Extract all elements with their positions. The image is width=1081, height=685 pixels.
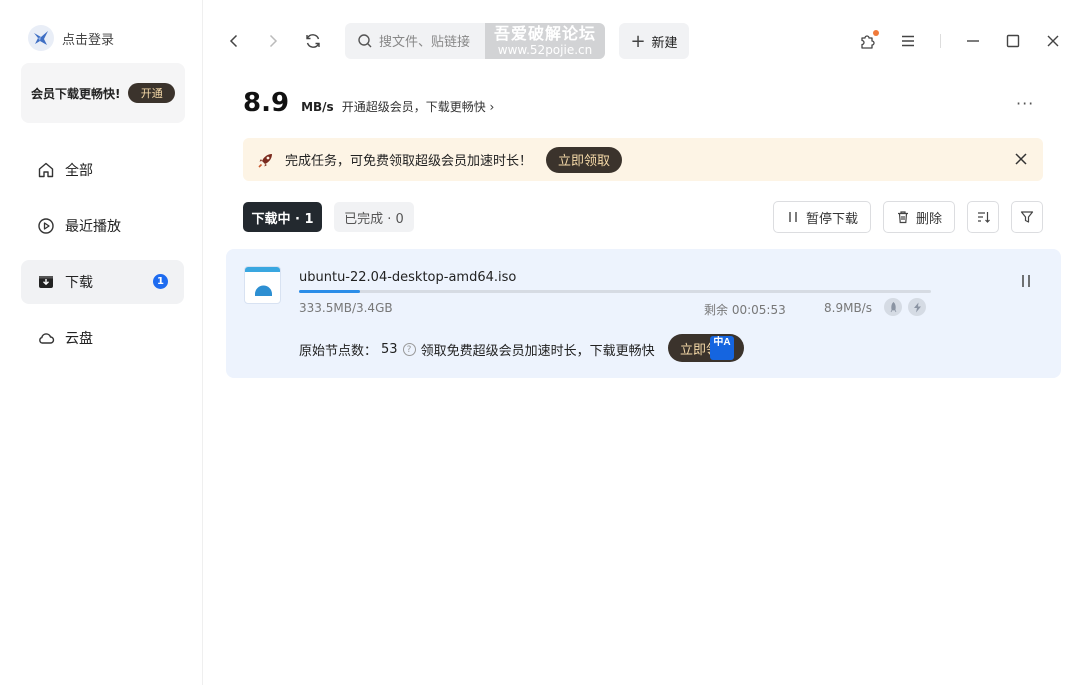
vip-promo-card: 会员下载更畅快! 开通 [21, 63, 185, 123]
iso-file-icon [244, 266, 281, 304]
pause-all-label: 暂停下载 [805, 211, 858, 227]
sidebar-item-recent-play[interactable]: 最近播放 [21, 204, 184, 248]
vip-speed-link-label: 开通超级会员，下载更畅快 [341, 100, 486, 114]
pause-icon [1022, 275, 1030, 287]
help-icon[interactable]: ? [402, 343, 416, 356]
tab-downloading[interactable]: 下载中 · 1 [243, 202, 322, 232]
search-icon [358, 34, 372, 48]
more-options-button[interactable]: ··· [1016, 94, 1034, 113]
task-reward-banner: 完成任务，可免费领取超级会员加速时长！ 立即领取 [243, 138, 1043, 181]
sort-list-icon [978, 212, 990, 223]
sidebar-item-label: 云盘 [65, 331, 93, 347]
delete-button[interactable]: 删除 [883, 201, 955, 233]
task-progress-bar [299, 290, 931, 293]
lightning-boost-icon[interactable] [908, 298, 926, 316]
tab-completed[interactable]: 已完成 · 0 [334, 202, 414, 232]
filter-icon [1020, 211, 1034, 223]
download-box-icon [39, 276, 53, 288]
minimize-icon [967, 40, 979, 42]
translate-icon[interactable]: 中A [710, 336, 734, 360]
home-icon [38, 162, 54, 178]
watermark: 吾爱破解论坛 www.52pojie.cn [485, 23, 605, 59]
pause-icon [789, 212, 797, 222]
search-input[interactable] [379, 33, 489, 49]
search-box[interactable]: 吾爱破解论坛 www.52pojie.cn [345, 23, 605, 59]
watermark-line1: 吾爱破解论坛 [493, 24, 596, 43]
nodes-label: 原始节点数： [299, 344, 378, 359]
filter-button[interactable] [1011, 201, 1043, 233]
banner-text: 完成任务，可免费领取超级会员加速时长！ [285, 154, 533, 169]
chevron-right-icon [269, 34, 278, 48]
trash-icon [897, 211, 908, 224]
refresh-icon [306, 34, 320, 48]
close-icon [1047, 35, 1059, 47]
vip-promo-text: 会员下载更畅快! [31, 86, 121, 101]
login-link[interactable]: 点击登录 [28, 25, 114, 51]
new-task-label: 新建 [651, 35, 678, 51]
plus-icon: + [630, 30, 646, 52]
sidebar-item-cloud[interactable]: 云盘 [21, 316, 184, 360]
task-time-remaining: 剩余 00:05:53 [704, 303, 786, 317]
notification-dot [873, 30, 879, 36]
login-label: 点击登录 [62, 32, 115, 48]
sidebar-item-download[interactable]: 下载 1 [21, 260, 184, 304]
sidebar-item-label: 最近播放 [65, 219, 121, 235]
task-claim-button[interactable]: 立即领 中A [668, 334, 744, 362]
rocket-icon [258, 153, 272, 168]
maximize-icon [1006, 34, 1020, 48]
close-window-button[interactable] [1041, 29, 1065, 53]
watermark-line2: www.52pojie.cn [497, 43, 593, 58]
task-nodes-info: 原始节点数： 53 ? 领取免费超级会员加速时长，下载更畅快 [299, 340, 655, 359]
current-speed-unit: MB/s [301, 100, 334, 114]
download-count-badge: 1 [153, 274, 168, 289]
sort-button[interactable] [967, 201, 999, 233]
current-speed-value: 8.9 [243, 88, 290, 118]
play-circle-icon [38, 218, 54, 234]
vip-open-button[interactable]: 开通 [128, 83, 175, 103]
close-icon [1015, 153, 1027, 165]
new-task-button[interactable]: + 新建 [619, 23, 689, 59]
back-button[interactable] [222, 29, 246, 53]
task-vip-promo: 领取免费超级会员加速时长，下载更畅快 [420, 344, 655, 359]
chevron-right-icon: › [489, 100, 495, 114]
topbar-divider [940, 34, 941, 48]
minimize-button[interactable] [961, 29, 985, 53]
vip-speed-link[interactable]: 开通超级会员，下载更畅快 › [342, 98, 495, 115]
sidebar-item-label: 全部 [65, 163, 93, 179]
menu-button[interactable] [896, 29, 920, 53]
download-task-row[interactable]: ubuntu-22.04-desktop-amd64.iso 333.5MB/3… [226, 249, 1061, 378]
cloud-icon [39, 333, 55, 344]
task-size-progress: 333.5MB/3.4GB [299, 301, 393, 315]
task-progress-fill [299, 290, 360, 293]
sidebar-item-all[interactable]: 全部 [21, 148, 184, 192]
task-file-name: ubuntu-22.04-desktop-amd64.iso [299, 270, 517, 285]
nodes-value: 53 [381, 342, 398, 357]
app-logo [28, 25, 54, 51]
task-speed: 8.9MB/s [824, 301, 872, 315]
hamburger-menu-icon [902, 35, 914, 47]
task-pause-button[interactable] [1018, 272, 1034, 290]
rocket-boost-icon[interactable] [884, 298, 902, 316]
forward-button[interactable] [261, 29, 285, 53]
app-window: 点击登录 会员下载更畅快! 开通 全部 最近播放 下载 1 云盘 搜文件、贴链接… [0, 0, 1081, 685]
delete-label: 删除 [915, 211, 942, 227]
sidebar: 点击登录 会员下载更畅快! 开通 全部 最近播放 下载 1 云盘 [0, 0, 203, 685]
chevron-left-icon [229, 34, 238, 48]
sidebar-item-label: 下载 [65, 275, 93, 291]
claim-reward-button[interactable]: 立即领取 [546, 146, 623, 173]
speed-summary: 8.9 MB/s 开通超级会员，下载更畅快 › [243, 88, 494, 118]
banner-close-button[interactable] [1011, 149, 1031, 169]
maximize-button[interactable] [1001, 29, 1025, 53]
refresh-button[interactable] [301, 29, 325, 53]
pause-all-button[interactable]: 暂停下载 [773, 201, 871, 233]
plugin-button[interactable] [856, 29, 880, 53]
